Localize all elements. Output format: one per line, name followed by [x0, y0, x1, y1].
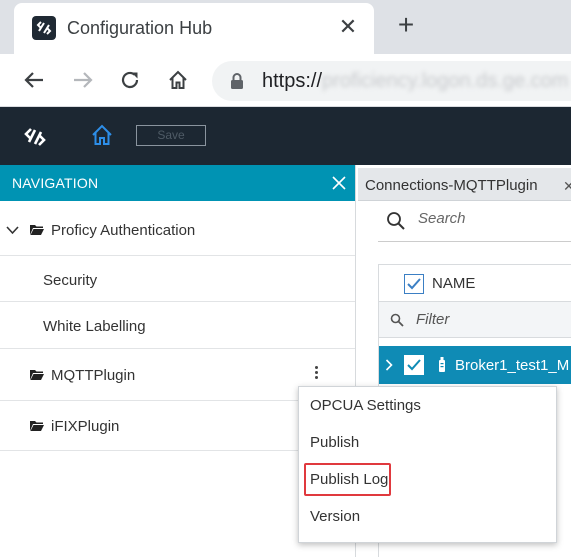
url-text: https://proficiency.logon.ds.ge.com	[262, 70, 569, 92]
menu-item-version[interactable]: Version	[310, 508, 360, 525]
connections-tab-title: Connections-MQTTPlugin	[365, 177, 538, 194]
row-name: Broker1_test1_M	[455, 357, 570, 374]
navigation-title: NAVIGATION	[12, 175, 99, 191]
menu-item-publish-log[interactable]: Publish Log	[310, 471, 388, 488]
menu-item-opcua-settings[interactable]: OPCUA Settings	[310, 397, 421, 414]
save-button[interactable]: Save	[136, 125, 206, 146]
tree-item-white-labelling[interactable]: White Labelling	[0, 302, 355, 349]
tree-item-security[interactable]: Security	[0, 255, 355, 302]
tree-item-label: MQTTPlugin	[51, 367, 136, 384]
name-column-header: NAME	[379, 264, 571, 302]
new-tab-plus-icon[interactable]: +	[393, 11, 419, 39]
back-arrow-icon[interactable]	[20, 66, 48, 94]
filter-placeholder: Filter	[416, 311, 450, 328]
select-all-checkbox[interactable]	[404, 274, 424, 294]
navigation-close-icon[interactable]	[331, 175, 347, 191]
app-favicon-icon	[32, 16, 56, 40]
lock-icon	[231, 73, 243, 89]
search-input[interactable]: Search	[378, 208, 571, 242]
tab-connections-mqttplugin[interactable]: Connections-MQTTPlugin ✕	[358, 168, 571, 201]
tree-item-label: Security	[43, 272, 98, 289]
app-header: Save	[0, 107, 571, 165]
menu-item-publish[interactable]: Publish	[310, 434, 359, 451]
browser-toolbar: https://proficiency.logon.ds.ge.com	[0, 54, 571, 107]
reload-icon[interactable]	[116, 66, 144, 94]
chevron-right-icon[interactable]	[385, 359, 393, 371]
chevron-down-icon[interactable]	[6, 225, 19, 235]
search-icon	[387, 212, 405, 230]
home-icon[interactable]	[164, 66, 192, 94]
navigation-header: NAVIGATION	[0, 165, 355, 201]
tree-item-label: White Labelling	[43, 318, 146, 335]
context-menu: OPCUA Settings Publish Publish Log Versi…	[298, 386, 557, 543]
tree-item-label: Proficy Authentication	[51, 222, 196, 239]
table-row[interactable]: Broker1_test1_M	[379, 346, 571, 384]
app-home-icon[interactable]	[90, 123, 114, 147]
folder-open-icon	[30, 225, 44, 235]
app-logo-icon	[24, 128, 46, 146]
folder-icon	[30, 370, 44, 380]
row-checkbox[interactable]	[404, 355, 424, 375]
tree-item-proficy-authentication[interactable]: Proficy Authentication	[0, 206, 355, 255]
tab-close-icon[interactable]: ✕	[563, 178, 571, 195]
url-host: proficiency.logon.ds.ge.com	[322, 70, 569, 92]
tab-close-icon[interactable]: ✕	[336, 15, 360, 39]
broker-device-icon	[439, 357, 445, 372]
filter-search-icon	[390, 313, 404, 327]
browser-tab-strip: Configuration Hub ✕ +	[0, 0, 571, 54]
tab-title: Configuration Hub	[67, 18, 213, 38]
address-bar[interactable]: https://proficiency.logon.ds.ge.com	[212, 61, 571, 101]
filter-input[interactable]: Filter	[379, 302, 571, 338]
kebab-menu-icon[interactable]	[308, 366, 324, 384]
forward-arrow-icon[interactable]	[69, 66, 97, 94]
tree-item-label: iFIXPlugin	[51, 418, 120, 435]
browser-tab[interactable]: Configuration Hub ✕	[14, 3, 374, 54]
search-placeholder: Search	[418, 210, 466, 227]
name-column-label: NAME	[432, 275, 476, 292]
folder-icon	[30, 421, 44, 431]
